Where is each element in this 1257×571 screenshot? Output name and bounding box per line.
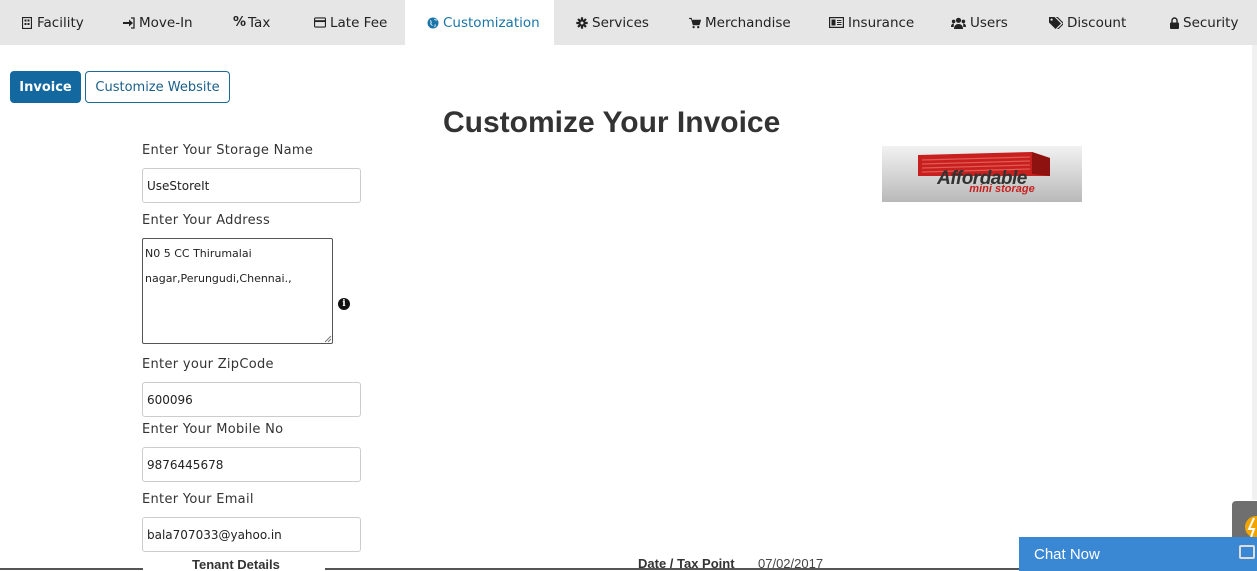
- divider: [0, 568, 143, 570]
- tenant-details-label: Tenant Details: [192, 557, 280, 571]
- chat-now-button[interactable]: Chat Now: [1019, 537, 1257, 571]
- company-logo[interactable]: Affordable mini storage: [882, 146, 1082, 202]
- tab-security[interactable]: Security: [1141, 0, 1257, 45]
- tab-label: Discount: [1067, 14, 1127, 31]
- percent-icon: %: [233, 15, 247, 30]
- tab-services[interactable]: Services: [554, 0, 664, 45]
- gear-icon: [576, 16, 588, 29]
- tab-customization[interactable]: Customization: [405, 0, 554, 45]
- id-card-icon: [829, 17, 844, 29]
- tab-label: Tax: [248, 14, 271, 31]
- tab-merchandise[interactable]: Merchandise: [664, 0, 803, 45]
- logo-subtext: mini storage: [969, 183, 1035, 195]
- tags-icon: [1049, 16, 1063, 29]
- tab-label: Merchandise: [705, 14, 791, 31]
- credit-card-icon: [314, 17, 326, 29]
- invoice-button[interactable]: Invoice: [10, 71, 81, 103]
- tab-label: Insurance: [848, 14, 915, 31]
- tab-facility[interactable]: Facility: [0, 0, 100, 45]
- tab-late-fee[interactable]: Late Fee: [290, 0, 405, 45]
- info-icon[interactable]: i: [338, 298, 350, 310]
- tab-tax[interactable]: % Tax: [209, 0, 290, 45]
- page-title: Customize Your Invoice: [443, 106, 781, 139]
- main-nav: Facility Move-In % Tax Late Fee Customiz…: [0, 0, 1257, 45]
- tab-move-in[interactable]: Move-In: [100, 0, 209, 45]
- mobile-input[interactable]: [142, 447, 361, 482]
- tab-label: Customization: [443, 14, 540, 31]
- email-label: Enter Your Email: [142, 492, 254, 507]
- tab-label: Security: [1183, 14, 1239, 31]
- cart-icon: [689, 17, 701, 29]
- building-icon: [21, 16, 33, 29]
- tab-discount[interactable]: Discount: [1024, 0, 1141, 45]
- tab-label: Facility: [37, 14, 84, 31]
- mobile-label: Enter Your Mobile No: [142, 422, 284, 437]
- page-scrollbar[interactable]: [1252, 45, 1257, 500]
- sign-in-icon: [123, 16, 135, 29]
- zipcode-label: Enter your ZipCode: [142, 357, 274, 372]
- storage-name-label: Enter Your Storage Name: [142, 143, 314, 158]
- tab-label: Move-In: [139, 14, 193, 31]
- lock-icon: [1169, 16, 1179, 29]
- customize-website-button[interactable]: Customize Website: [85, 71, 230, 103]
- chat-minimize-icon[interactable]: [1239, 545, 1255, 559]
- tab-insurance[interactable]: Insurance: [803, 0, 927, 45]
- globe-icon: [427, 17, 439, 29]
- zipcode-input[interactable]: [142, 382, 361, 417]
- tab-label: Users: [970, 14, 1008, 31]
- users-icon: [951, 17, 966, 29]
- address-label: Enter Your Address: [142, 213, 271, 228]
- storage-name-input[interactable]: [142, 168, 361, 203]
- tab-label: Late Fee: [330, 14, 388, 31]
- address-textarea[interactable]: N0 5 CC Thirumalai nagar,Perungudi,Chenn…: [142, 238, 333, 344]
- tab-label: Services: [592, 14, 649, 31]
- tab-users[interactable]: Users: [927, 0, 1024, 45]
- email-input[interactable]: [142, 517, 361, 552]
- divider: [325, 568, 1019, 570]
- resize-grip-icon[interactable]: [323, 334, 332, 343]
